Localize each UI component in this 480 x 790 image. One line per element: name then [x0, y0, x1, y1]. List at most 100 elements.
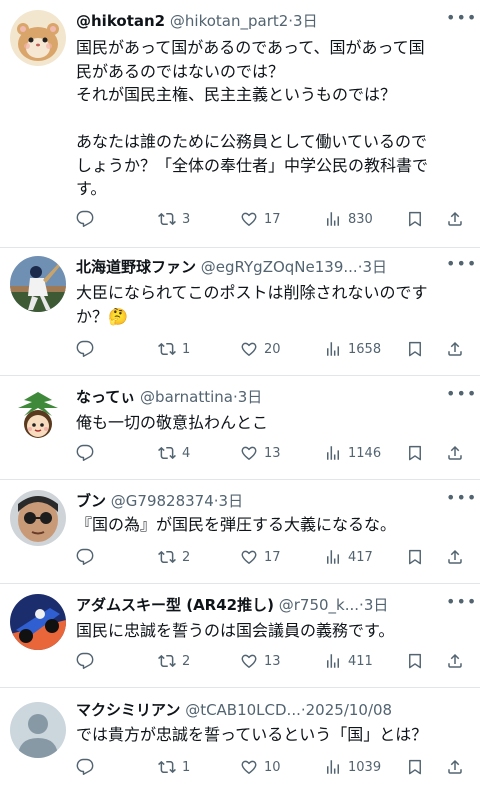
tweet-time[interactable]: ·2025/10/08: [301, 701, 392, 719]
like-count: 13: [264, 445, 281, 461]
author-handle[interactable]: @G79828374: [111, 492, 214, 510]
views-button[interactable]: 830: [324, 208, 373, 230]
more-options-icon[interactable]: •••: [446, 256, 476, 278]
share-button[interactable]: [446, 338, 464, 360]
retweet-button[interactable]: 1: [158, 338, 190, 360]
retweet-button[interactable]: 4: [158, 442, 190, 464]
bookmark-icon: [406, 210, 424, 228]
bookmark-button[interactable]: [406, 442, 424, 464]
author-handle[interactable]: @barnattina: [140, 388, 233, 406]
author-handle[interactable]: @r750_k...: [279, 596, 359, 614]
reply-button[interactable]: [76, 208, 100, 230]
tweet-actions: 2 17 417: [76, 546, 468, 568]
tweet[interactable]: アダムスキー型 (AR42推し) @r750_k...·3日 ••• 国民に忠誠…: [0, 584, 480, 687]
palm-character-avatar-icon[interactable]: [10, 386, 66, 442]
retweet-icon: [158, 758, 176, 776]
analytics-icon: [324, 444, 342, 462]
author-name[interactable]: 北海道野球ファン: [76, 258, 196, 276]
hamster-avatar-icon[interactable]: [10, 10, 66, 66]
tweet-text: 『国の為』が国民を弾圧する大義になるな。: [76, 515, 397, 534]
bookmark-button[interactable]: [406, 338, 424, 360]
share-button[interactable]: [446, 442, 464, 464]
racing-avatar-icon[interactable]: [10, 594, 66, 650]
retweet-button[interactable]: 3: [158, 208, 190, 230]
tweet-header: アダムスキー型 (AR42推し) @r750_k...·3日: [76, 594, 440, 616]
tweet-time[interactable]: ·3日: [288, 12, 317, 30]
tweet-actions: 1 20 1658: [76, 338, 468, 360]
more-options-icon[interactable]: •••: [446, 386, 476, 408]
author-name[interactable]: なってぃ: [76, 388, 135, 406]
share-button[interactable]: [446, 650, 464, 672]
baseball-player-avatar-icon[interactable]: [10, 256, 66, 312]
like-button[interactable]: 17: [240, 208, 281, 230]
author-handle[interactable]: @tCAB10LCD...: [185, 701, 301, 719]
author-handle[interactable]: @egRYgZOqNe139...: [201, 258, 358, 276]
bookmark-button[interactable]: [406, 546, 424, 568]
retweet-button[interactable]: 2: [158, 546, 190, 568]
bookmark-button[interactable]: [406, 756, 424, 778]
share-icon: [446, 444, 464, 462]
tweet-time[interactable]: ·3日: [359, 596, 388, 614]
views-button[interactable]: 1146: [324, 442, 381, 464]
bookmark-button[interactable]: [406, 650, 424, 672]
bookmark-button[interactable]: [406, 208, 424, 230]
like-button[interactable]: 13: [240, 442, 281, 464]
bookmark-icon: [406, 444, 424, 462]
author-handle[interactable]: @hikotan_part2: [170, 12, 288, 30]
like-button[interactable]: 20: [240, 338, 281, 360]
tweet[interactable]: マクシミリアン @tCAB10LCD...·2025/10/08 では貴方が忠誠…: [0, 688, 480, 790]
tweet[interactable]: 北海道野球ファン @egRYgZOqNe139...·3日 ••• 大臣になられ…: [0, 248, 480, 375]
more-options-icon[interactable]: •••: [446, 10, 476, 32]
like-count: 20: [264, 341, 281, 357]
like-button[interactable]: 17: [240, 546, 281, 568]
more-options-icon[interactable]: •••: [446, 594, 476, 616]
reply-button[interactable]: [76, 650, 100, 672]
retweet-button[interactable]: 1: [158, 756, 190, 778]
share-icon: [446, 548, 464, 566]
tweet[interactable]: なってぃ @barnattina·3日 ••• 俺も一切の敬意払わんとこ 4 1…: [0, 376, 480, 479]
tweet[interactable]: @hikotan2 @hikotan_part2·3日 ••• 国民があって国が…: [0, 0, 480, 247]
share-button[interactable]: [446, 208, 464, 230]
person-sunglasses-avatar-icon[interactable]: [10, 490, 66, 546]
tweet-time[interactable]: ·3日: [233, 388, 262, 406]
views-button[interactable]: 1039: [324, 756, 381, 778]
tweet-header: マクシミリアン @tCAB10LCD...·2025/10/08: [76, 699, 440, 721]
like-button[interactable]: 13: [240, 650, 281, 672]
retweet-count: 1: [182, 759, 191, 775]
views-button[interactable]: 1658: [324, 338, 381, 360]
like-button[interactable]: 10: [240, 756, 281, 778]
tweet-header: ブン @G79828374·3日: [76, 490, 440, 512]
views-button[interactable]: 411: [324, 650, 373, 672]
reply-feed: @hikotan2 @hikotan_part2·3日 ••• 国民があって国が…: [0, 0, 480, 790]
heart-icon: [240, 210, 258, 228]
author-name[interactable]: マクシミリアン: [76, 701, 180, 719]
tweet-actions: 3 17 830: [76, 208, 468, 230]
share-button[interactable]: [446, 756, 464, 778]
heart-icon: [240, 652, 258, 670]
retweet-button[interactable]: 2: [158, 650, 190, 672]
tweet-text: 国民があって国があるのであって、国があって国 民があるのではないのでは？ それが…: [76, 38, 429, 198]
reply-button[interactable]: [76, 546, 100, 568]
retweet-icon: [158, 444, 176, 462]
reply-icon: [76, 652, 94, 670]
tweet-time[interactable]: ·3日: [358, 258, 387, 276]
author-name[interactable]: アダムスキー型 (AR42推し): [76, 596, 274, 614]
retweet-icon: [158, 340, 176, 358]
views-button[interactable]: 417: [324, 546, 373, 568]
reply-button[interactable]: [76, 756, 100, 778]
author-name[interactable]: @hikotan2: [76, 12, 165, 30]
like-count: 17: [264, 211, 281, 227]
tweet[interactable]: ブン @G79828374·3日 ••• 『国の為』が国民を弾圧する大義になるな…: [0, 480, 480, 583]
view-count: 830: [348, 211, 373, 227]
share-button[interactable]: [446, 546, 464, 568]
tweet-time[interactable]: ·3日: [214, 492, 243, 510]
like-count: 13: [264, 653, 281, 669]
heart-icon: [240, 758, 258, 776]
bookmark-icon: [406, 548, 424, 566]
heart-icon: [240, 548, 258, 566]
reply-button[interactable]: [76, 338, 100, 360]
default-avatar-icon[interactable]: [10, 702, 66, 758]
more-options-icon[interactable]: •••: [446, 490, 476, 512]
reply-button[interactable]: [76, 442, 100, 464]
author-name[interactable]: ブン: [76, 492, 106, 510]
